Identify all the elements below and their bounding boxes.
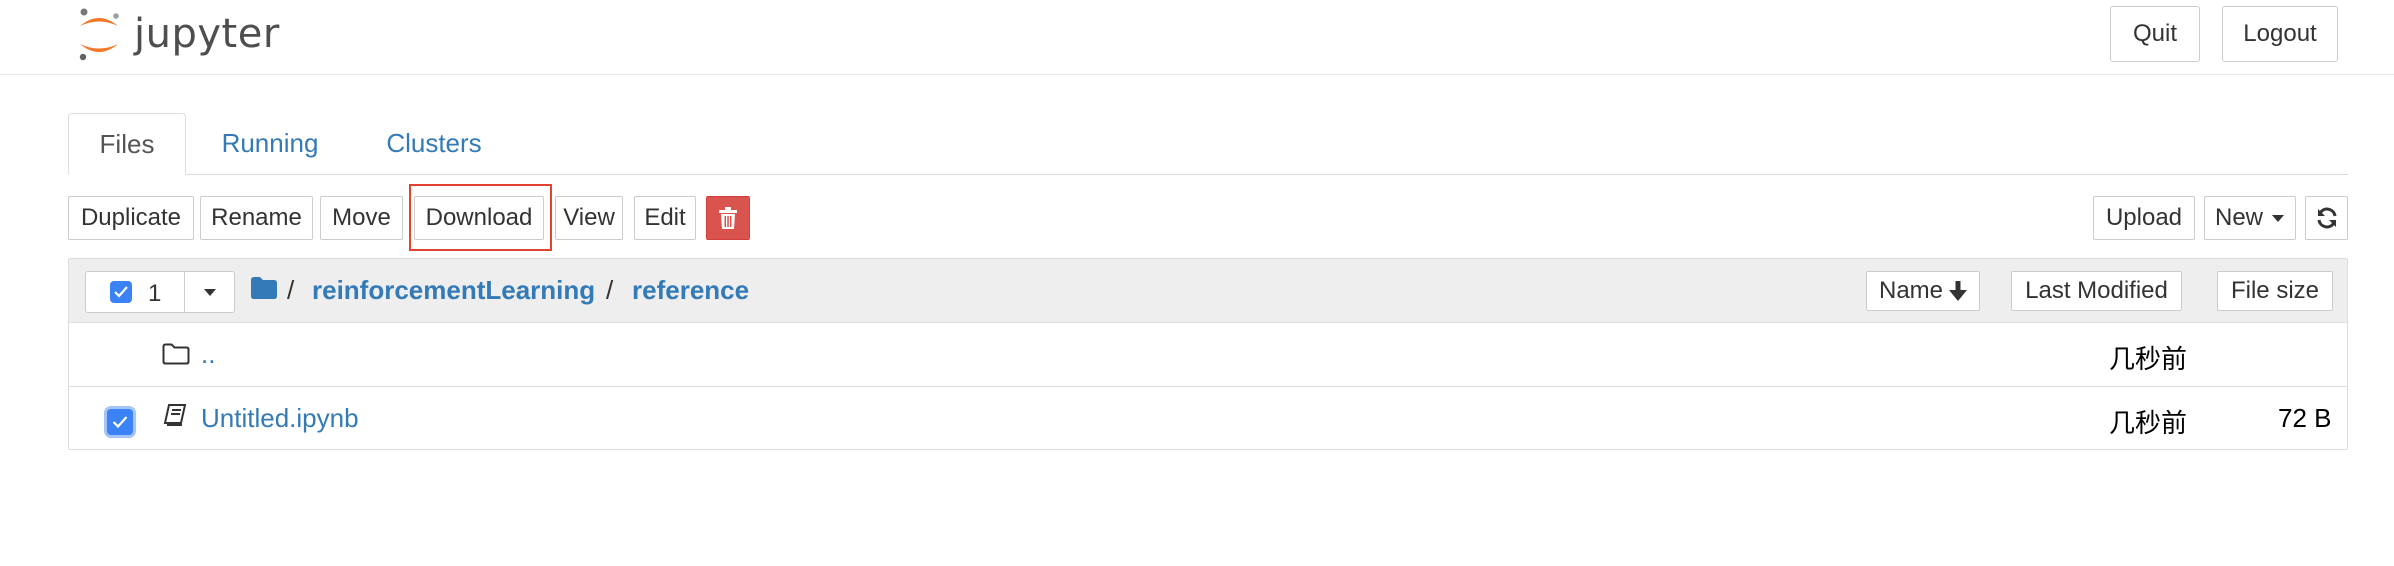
refresh-button[interactable]: [2305, 196, 2348, 240]
file-name-link[interactable]: Untitled.ipynb: [201, 403, 359, 434]
check-icon: [114, 286, 128, 298]
trash-icon: [719, 207, 737, 229]
select-all-checkbox[interactable]: [110, 281, 132, 303]
breadcrumb-reinforcementlearning[interactable]: reinforcementLearning: [312, 275, 595, 306]
folder-open-outline-icon: [162, 343, 190, 365]
jupyter-logo-icon: [79, 8, 119, 61]
notebook-icon: [163, 404, 187, 426]
edit-button[interactable]: Edit: [634, 196, 696, 240]
tab-running[interactable]: Running: [202, 113, 338, 174]
file-size-cell: 72 B: [2278, 403, 2332, 433]
sort-name-button[interactable]: Name: [1866, 271, 1980, 311]
breadcrumb-separator: /: [606, 275, 614, 305]
sort-name-label: Name: [1878, 277, 1944, 304]
breadcrumb-reference[interactable]: reference: [632, 275, 749, 306]
duplicate-button[interactable]: Duplicate: [68, 196, 194, 240]
file-name-link[interactable]: ..: [201, 339, 215, 370]
upload-button[interactable]: Upload: [2093, 196, 2195, 240]
list-item[interactable]: .. 几秒前: [69, 323, 2347, 387]
refresh-icon: [2317, 207, 2336, 229]
arrow-down-icon: [1949, 281, 1968, 301]
rename-button[interactable]: Rename: [200, 196, 313, 240]
caret-down-icon: [204, 289, 216, 296]
sort-last-modified-button[interactable]: Last Modified: [2011, 271, 2182, 311]
folder-icon[interactable]: [251, 277, 277, 299]
check-icon: [112, 416, 128, 429]
sort-file-size-button[interactable]: File size: [2217, 271, 2333, 311]
view-button[interactable]: View: [555, 196, 623, 240]
brand-text: jupyter: [134, 11, 280, 57]
tab-clusters[interactable]: Clusters: [366, 113, 502, 174]
select-all-group: 1: [85, 271, 235, 313]
download-highlight: [409, 184, 552, 251]
delete-button[interactable]: [706, 196, 750, 240]
file-list: 1 / reinforcementLearning / reference Na…: [68, 258, 2348, 450]
logout-button[interactable]: Logout: [2222, 6, 2338, 62]
new-dropdown-button[interactable]: New: [2204, 196, 2296, 240]
last-modified-cell: 几秒前: [2109, 344, 2188, 374]
header-bar: jupyter Quit Logout: [0, 0, 2394, 75]
selected-count: 1: [148, 280, 162, 307]
jupyter-logo[interactable]: jupyter: [74, 4, 280, 64]
last-modified-cell: 几秒前: [2109, 408, 2188, 438]
tab-bar: Files Running Clusters: [68, 113, 2348, 175]
selection-menu-button[interactable]: [185, 272, 235, 312]
move-button[interactable]: Move: [320, 196, 403, 240]
new-label: New: [2215, 204, 2264, 231]
caret-down-icon: [2272, 215, 2285, 222]
file-list-header: 1 / reinforcementLearning / reference Na…: [69, 259, 2347, 323]
quit-button[interactable]: Quit: [2110, 6, 2200, 62]
breadcrumb-separator: /: [287, 275, 295, 305]
row-checkbox[interactable]: [107, 409, 133, 435]
tab-files[interactable]: Files: [68, 113, 186, 175]
list-item[interactable]: Untitled.ipynb 几秒前 72 B: [69, 387, 2347, 451]
